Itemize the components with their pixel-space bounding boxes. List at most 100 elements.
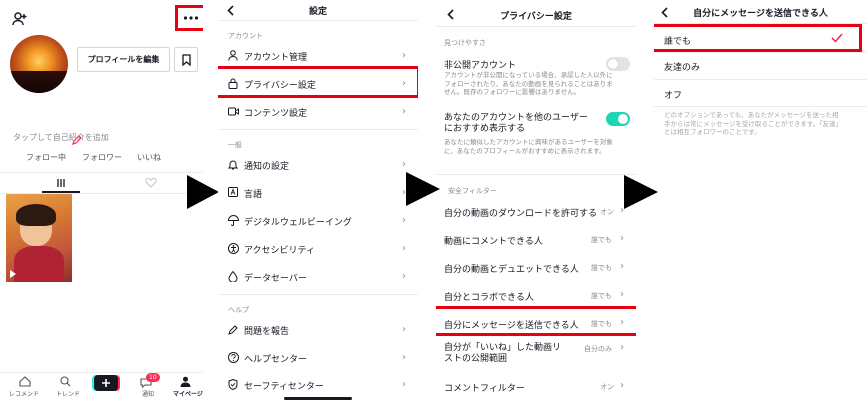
chevron-right-icon: › — [402, 271, 406, 282]
privacy-row-value: 自分のみ — [584, 345, 612, 353]
settings-row-label: アカウント管理 — [244, 53, 308, 63]
nav-notify-label: 通知 — [142, 391, 155, 398]
chevron-right-icon: › — [620, 261, 624, 272]
privacy-screen: プライバシー設定 見つけやすさ 非公開アカウント アカウントが非公開になっている… — [436, 0, 636, 401]
section-account: アカウント — [228, 32, 263, 40]
private-account-toggle[interactable] — [606, 57, 630, 71]
option-divider — [654, 79, 867, 80]
liked-videos-tab-icon[interactable] — [144, 177, 158, 189]
chevron-right-icon: › — [620, 289, 624, 300]
chevron-right-icon: › — [402, 159, 406, 170]
chevron-right-icon: › — [620, 342, 624, 353]
chevron-right-icon: › — [402, 379, 406, 390]
chevron-right-icon: › — [402, 106, 406, 117]
privacy-row-value: オン — [600, 208, 614, 216]
chevron-right-icon: › — [402, 324, 406, 335]
person-icon — [228, 50, 238, 61]
create-post-button[interactable] — [94, 375, 118, 391]
privacy-row-value: オン — [600, 383, 614, 391]
header-divider — [436, 26, 636, 27]
tab-top-divider — [0, 172, 203, 173]
settings-title: 設定 — [308, 7, 327, 17]
privacy-row-value: 誰でも — [591, 292, 612, 300]
language-icon — [228, 187, 238, 197]
video-camera-icon — [228, 107, 239, 116]
accessibility-icon — [228, 243, 239, 254]
shield-icon — [228, 379, 238, 390]
privacy-row-label: コメントフィルター — [444, 384, 525, 394]
edit-profile-label: プロフィールを編集 — [87, 55, 160, 64]
home-indicator — [284, 397, 352, 400]
section-general: 一般 — [228, 141, 242, 149]
option-divider — [654, 106, 867, 107]
likes-stat[interactable]: いいね — [137, 152, 161, 163]
chevron-right-icon: › — [402, 352, 406, 363]
discover-search-icon[interactable] — [58, 375, 72, 387]
video-thumbnail[interactable] — [6, 194, 72, 282]
settings-row-label: デジタルウェルビーイング — [244, 218, 352, 228]
suggest-account-toggle[interactable] — [606, 112, 630, 126]
option-label: オフ — [664, 91, 683, 101]
message-setting-title: 自分にメッセージを送信できる人 — [693, 9, 828, 19]
step-arrow-1 — [187, 175, 219, 209]
settings-row-label: コンテンツ設定 — [244, 109, 308, 119]
privacy-row-label: 自分の動画とデュエットできる人 — [444, 265, 579, 275]
report-pencil-icon — [228, 325, 238, 335]
bottom-nav-divider — [0, 372, 203, 373]
highlight-messages-row — [436, 306, 636, 336]
notification-badge: 10 — [146, 373, 160, 382]
videos-grid-tab-icon[interactable] — [55, 177, 67, 189]
settings-row-label: ヘルプセンター — [244, 355, 308, 365]
settings-row-label: 通知の設定 — [244, 162, 290, 172]
section-discoverability: 見つけやすさ — [444, 39, 486, 47]
settings-row-label: 問題を報告 — [244, 327, 290, 337]
header-divider — [218, 20, 418, 21]
nav-recommend-label: レコメンド — [9, 391, 40, 398]
data-saver-icon — [228, 271, 238, 282]
highlight-privacy-row — [218, 66, 418, 98]
section-divider — [218, 294, 418, 295]
privacy-row-value: 誰でも — [591, 264, 612, 272]
chevron-right-icon: › — [402, 243, 406, 254]
settings-row-label: 言語 — [244, 190, 263, 200]
me-icon[interactable] — [178, 375, 192, 387]
nav-trend-label: トレンド — [56, 391, 81, 398]
message-setting-screen: 自分にメッセージを送信できる人 誰でも 友達のみ オフ どのオプションであっても… — [654, 0, 867, 401]
home-icon[interactable] — [18, 375, 32, 387]
thumbnail-hair — [16, 204, 56, 226]
avatar — [10, 35, 68, 93]
option-divider — [654, 52, 867, 53]
privacy-row-label: 自分の動画のダウンロードを許可する — [444, 209, 598, 219]
help-icon — [228, 352, 239, 363]
thumbnail-shirt — [14, 246, 64, 282]
highlight-more-button — [175, 5, 203, 31]
umbrella-icon — [228, 215, 239, 226]
settings-row-label: セーフティセンター — [244, 382, 324, 392]
bookmark-icon — [181, 53, 191, 66]
suggest-account-description: あなたに類似したアカウントに興味があるユーザーを対象に、あなたのプロフィールがお… — [444, 138, 613, 155]
nav-mypage-label: マイページ — [173, 391, 203, 398]
edit-profile-button[interactable]: プロフィールを編集 — [77, 47, 170, 72]
followers-stat[interactable]: フォロワー — [82, 152, 122, 163]
suggest-account-label: あなたのアカウントを他のユーザーにおすすめ表示する — [444, 113, 588, 134]
section-help: ヘルプ — [228, 306, 249, 314]
privacy-row-label: 自分が「いいね」した動画リストの公開範囲 — [444, 343, 562, 364]
step-arrow-2 — [406, 172, 440, 206]
favorites-button[interactable] — [174, 47, 198, 72]
settings-screen: 設定 アカウント アカウント管理 › プライバシー設定 › コンテンツ設定 › … — [218, 0, 418, 401]
privacy-row-label: 動画にコメントできる人 — [444, 237, 543, 247]
following-stat[interactable]: フォロー中 — [26, 152, 66, 163]
add-friend-icon[interactable] — [12, 11, 28, 27]
plus-icon — [102, 379, 110, 387]
settings-row-label: アクセシビリティ — [244, 246, 316, 256]
highlight-everyone-option — [654, 24, 862, 52]
option-label: 友達のみ — [664, 63, 701, 73]
message-setting-note: どのオプションであっても、あなたがメッセージを送った相手からは常にメッセージを受… — [664, 111, 842, 136]
bell-icon — [228, 160, 238, 170]
chevron-right-icon: › — [620, 380, 624, 391]
privacy-row-value: 誰でも — [591, 236, 612, 244]
profile-screen: プロフィールを編集 タップして自己紹介を追加 フォロー中 フォロワー いいね レ… — [0, 0, 203, 401]
bio-placeholder[interactable]: タップして自己紹介を追加 — [13, 132, 109, 143]
toggle-knob — [608, 59, 618, 69]
section-divider — [436, 174, 636, 175]
